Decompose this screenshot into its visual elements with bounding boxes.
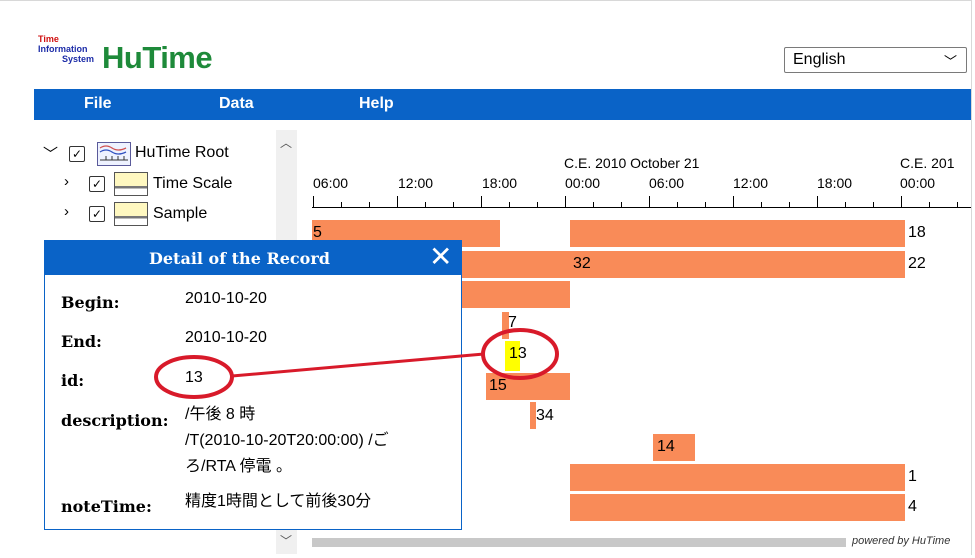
axis-tick xyxy=(957,202,958,208)
axis-tick xyxy=(817,196,818,208)
axis-tick xyxy=(565,196,566,208)
record-bar[interactable] xyxy=(570,464,905,491)
record-bar[interactable] xyxy=(457,281,570,308)
tick-label: 06:00 xyxy=(649,175,685,191)
record-detail-dialog: Detail of the Record ✕ Begin: 2010-10-20… xyxy=(44,240,462,530)
bar-label: 1 xyxy=(908,468,917,485)
chevron-down-icon[interactable]: ﹀ xyxy=(43,143,58,164)
field-value-end: 2010-10-20 xyxy=(185,329,267,346)
axis-tick xyxy=(593,202,594,208)
field-label-id: id: xyxy=(61,371,85,390)
bar-label: 18 xyxy=(908,224,926,241)
axis-tick xyxy=(789,202,790,208)
axis-tick xyxy=(929,202,930,208)
language-select-value: English xyxy=(793,51,846,68)
logo-line-2: Information xyxy=(38,44,88,54)
axis-tick xyxy=(509,202,510,208)
field-value-notetime: 精度1時間として前後30分 xyxy=(185,493,372,510)
scroll-down-icon[interactable]: ﹀ xyxy=(280,532,292,549)
menu-bar: File Data Help xyxy=(34,89,971,120)
field-value-description-line-3: ろ/RTA 停電 。 xyxy=(185,458,292,475)
dialog-header: Detail of the Record ✕ xyxy=(45,241,461,275)
root-layer-icon xyxy=(97,142,131,166)
dialog-title: Detail of the Record xyxy=(149,249,330,268)
axis-tick xyxy=(761,202,762,208)
field-label-description: description: xyxy=(61,411,169,430)
axis-tick xyxy=(733,196,734,208)
checkbox-root[interactable]: ✓ xyxy=(69,146,85,162)
scroll-up-icon[interactable]: ︿ xyxy=(280,134,292,151)
field-value-description-line-2: /T(2010-10-20T20:00:00) /ご xyxy=(185,432,389,449)
field-label-end: End: xyxy=(61,332,102,351)
layer-icon xyxy=(114,172,148,196)
field-value-begin: 2010-10-20 xyxy=(185,290,267,307)
field-label-notetime: noteTime: xyxy=(61,497,152,516)
bar-label: 14 xyxy=(657,438,675,455)
bar-label: 34 xyxy=(536,407,554,424)
axis-tick xyxy=(677,202,678,208)
field-label-begin: Begin: xyxy=(61,293,120,312)
menu-data[interactable]: Data xyxy=(219,95,254,113)
tree-sample-label: Sample xyxy=(153,205,208,222)
logo-line-1: Time xyxy=(38,34,59,44)
chevron-down-icon: ﹀ xyxy=(943,54,957,69)
tick-label: 00:00 xyxy=(900,175,936,191)
tick-label: 06:00 xyxy=(313,175,349,191)
date-label: C.E. 2010 October 21 xyxy=(564,155,700,171)
axis-tick xyxy=(537,202,538,208)
tick-label: 12:00 xyxy=(398,175,434,191)
axis-tick xyxy=(845,202,846,208)
axis-tick xyxy=(369,202,370,208)
chevron-right-icon[interactable]: › xyxy=(64,203,69,220)
logo-line-3: System xyxy=(62,54,95,64)
axis-tick xyxy=(873,202,874,208)
checkbox-time-scale[interactable]: ✓ xyxy=(89,176,105,192)
axis-tick xyxy=(453,202,454,208)
menu-help[interactable]: Help xyxy=(359,95,394,113)
record-bar[interactable] xyxy=(570,220,905,247)
tick-label: 18:00 xyxy=(817,175,853,191)
layer-icon xyxy=(114,202,148,226)
tick-label: 18:00 xyxy=(482,175,518,191)
axis-tick xyxy=(425,202,426,208)
field-value-id: 13 xyxy=(185,369,203,386)
bar-label: 13 xyxy=(509,345,527,362)
field-value-description-line-1: /午後 8 時 xyxy=(185,406,256,423)
close-icon[interactable]: ✕ xyxy=(429,242,452,272)
powered-by-label: powered by HuTime xyxy=(852,535,951,547)
record-bar[interactable] xyxy=(570,494,905,521)
record-bar[interactable] xyxy=(457,251,905,278)
tick-label: 00:00 xyxy=(565,175,601,191)
bar-label: 7 xyxy=(508,314,517,331)
checkbox-sample[interactable]: ✓ xyxy=(89,206,105,222)
date-label: C.E. 201 xyxy=(900,155,955,171)
axis-tick xyxy=(621,202,622,208)
logo-brand: HuTime xyxy=(102,40,213,75)
bar-label: 15 xyxy=(489,377,507,394)
axis-tick xyxy=(397,196,398,208)
menu-file[interactable]: File xyxy=(84,95,112,113)
axis-tick xyxy=(705,202,706,208)
bar-label: 4 xyxy=(908,498,917,515)
chevron-right-icon[interactable]: › xyxy=(64,173,69,190)
tree-time-scale-label: Time Scale xyxy=(153,175,233,192)
root-layer-glyph xyxy=(99,145,128,161)
axis-tick xyxy=(901,196,902,208)
language-select[interactable]: English ﹀ xyxy=(784,47,967,73)
tick-label: 12:00 xyxy=(733,175,769,191)
tree-root-label: HuTime Root xyxy=(135,144,229,161)
bar-label: 22 xyxy=(908,255,926,272)
axis-tick xyxy=(341,202,342,208)
axis-tick xyxy=(481,196,482,208)
axis-tick xyxy=(313,196,314,208)
timeline-scrollbar[interactable] xyxy=(312,538,846,547)
axis-tick xyxy=(649,196,650,208)
bar-label: 32 xyxy=(573,255,591,272)
